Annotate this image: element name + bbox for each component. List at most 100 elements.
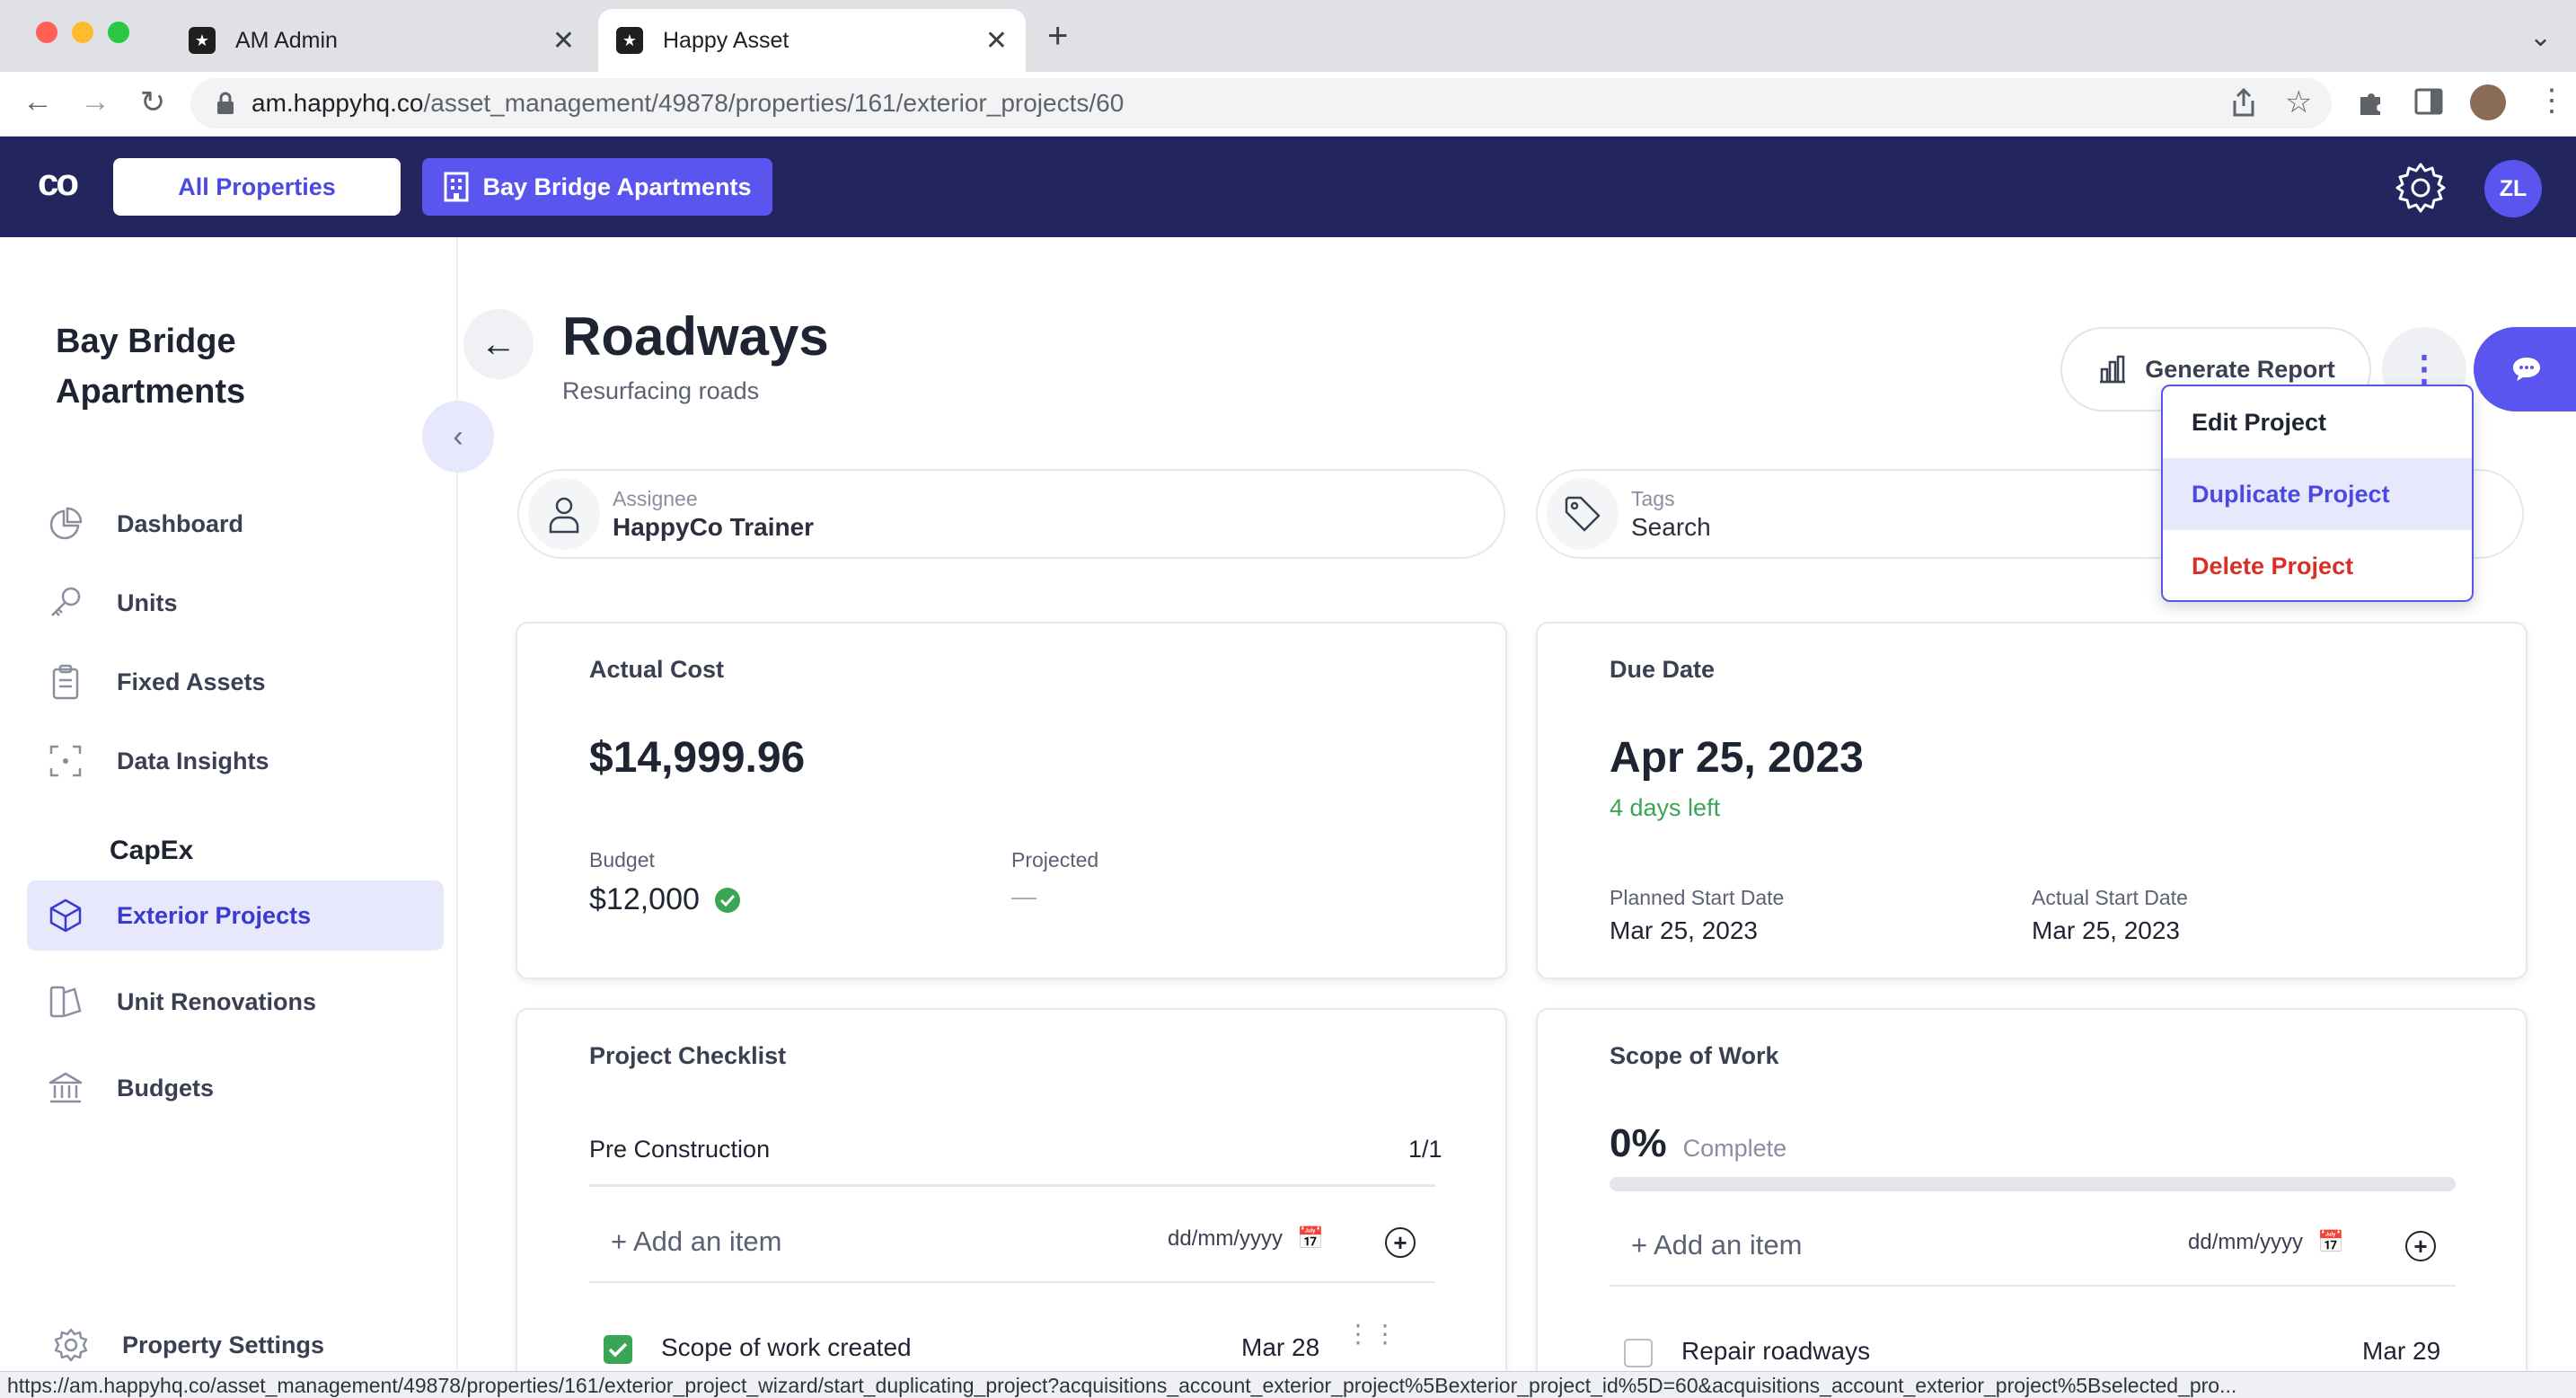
- generate-report-label: Generate Report: [2145, 355, 2335, 383]
- sidebar-item-exterior-projects[interactable]: Exterior Projects: [27, 880, 444, 951]
- actual-start-value: Mar 25, 2023: [2032, 916, 2180, 944]
- divider: [1610, 1285, 2456, 1287]
- planned-start-value: Mar 25, 2023: [1610, 916, 1758, 944]
- sidebar-item-label: Property Settings: [122, 1331, 325, 1358]
- sidebar-item-units[interactable]: Units: [27, 568, 444, 638]
- tab-list-chevron-icon[interactable]: ⌄: [2529, 22, 2552, 53]
- days-left: 4 days left: [1610, 794, 1721, 821]
- chat-bubble-icon: [2513, 358, 2540, 381]
- add-circle-icon[interactable]: +: [1385, 1227, 1416, 1258]
- project-checklist-card: Project Checklist Pre Construction 1/1 +…: [516, 1008, 1507, 1394]
- sidebar-item-data-insights[interactable]: Data Insights: [27, 726, 444, 796]
- happyco-logo[interactable]: co: [38, 160, 88, 210]
- sidebar-item-label: Units: [117, 588, 178, 616]
- menu-item-delete-project[interactable]: Delete Project: [2163, 530, 2472, 600]
- add-checklist-item-input[interactable]: + Add an item: [611, 1225, 781, 1258]
- sidebar-item-label: Dashboard: [117, 509, 244, 537]
- scope-percent-label: Complete: [1682, 1135, 1787, 1162]
- budget-label: Budget: [589, 848, 655, 872]
- sidebar-item-budgets[interactable]: Budgets: [27, 1053, 444, 1123]
- window-minimize-dot[interactable]: [72, 22, 93, 43]
- tags-label: Tags: [1631, 486, 1675, 510]
- scope-date-input[interactable]: dd/mm/yyyy 📅: [2188, 1229, 2344, 1255]
- browser-tab-am-admin[interactable]: ★ AM Admin ✕: [171, 9, 593, 72]
- clipboard-icon: [52, 664, 79, 700]
- collapse-sidebar-button[interactable]: ‹: [422, 401, 494, 473]
- current-property-button[interactable]: Bay Bridge Apartments: [422, 158, 772, 216]
- sidebar-item-label: Fixed Assets: [117, 668, 266, 695]
- checklist-date-input[interactable]: dd/mm/yyyy 📅: [1168, 1225, 1324, 1252]
- scope-title: Scope of Work: [1610, 1042, 1779, 1069]
- scope-item-checkbox[interactable]: [1624, 1339, 1653, 1367]
- sidebar-property-name: Bay Bridge Apartments: [56, 323, 246, 411]
- budget-value: $12,000: [589, 882, 700, 916]
- browser-tab-happy-asset[interactable]: ★ Happy Asset ✕: [598, 9, 1026, 72]
- sidebar-item-dashboard[interactable]: Dashboard: [27, 489, 444, 559]
- link-hover-status-url: https://am.happyhq.co/asset_management/4…: [0, 1371, 2576, 1398]
- profile-avatar-icon[interactable]: [2470, 84, 2506, 120]
- assignee-label: Assignee: [613, 486, 698, 510]
- star-favicon-icon: ★: [616, 27, 643, 54]
- forward-arrow-icon[interactable]: →: [75, 84, 115, 119]
- sidebar-item-unit-renovations[interactable]: Unit Renovations: [27, 967, 444, 1037]
- checklist-section-label: Pre Construction: [589, 1136, 771, 1163]
- new-tab-icon[interactable]: +: [1047, 16, 1068, 57]
- scope-item-label: Repair roadways: [1681, 1337, 1871, 1365]
- bookmark-star-icon[interactable]: ☆: [2285, 84, 2312, 120]
- arrow-left-icon: ←: [481, 323, 516, 364]
- key-icon: [51, 587, 81, 616]
- scope-of-work-card: Scope of Work 0% Complete + Add an item …: [1536, 1008, 2527, 1394]
- assignee-field[interactable]: Assignee HappyCo Trainer: [517, 469, 1505, 559]
- projected-value: —: [1011, 882, 1037, 910]
- cube-icon: [49, 898, 82, 933]
- date-placeholder: dd/mm/yyyy: [1168, 1225, 1284, 1251]
- tags-search-input[interactable]: Search: [1631, 513, 1711, 542]
- lock-icon: [217, 92, 234, 114]
- checklist-item-checkbox[interactable]: [604, 1335, 632, 1364]
- divider: [589, 1184, 1435, 1187]
- close-tab-icon[interactable]: ✕: [985, 25, 1008, 57]
- tag-icon: [1547, 478, 1619, 550]
- scope-item-date: Mar 29: [2362, 1337, 2441, 1365]
- window-close-dot[interactable]: [36, 22, 57, 43]
- sidebar-item-label: Unit Renovations: [117, 987, 317, 1015]
- person-icon: [528, 478, 600, 550]
- back-button[interactable]: ←: [463, 309, 534, 379]
- tab-title: Happy Asset: [663, 27, 790, 53]
- sidebar-item-label: Exterior Projects: [117, 901, 312, 929]
- settings-gear-icon[interactable]: [2393, 160, 2448, 216]
- menu-item-duplicate-project[interactable]: Duplicate Project: [2163, 458, 2472, 530]
- due-date-value: Apr 25, 2023: [1610, 734, 1864, 782]
- calendar-icon: 📅: [1297, 1226, 1324, 1251]
- star-favicon-icon: ★: [189, 27, 216, 54]
- page-subtitle: Resurfacing roads: [562, 377, 760, 404]
- page-title: Roadways: [562, 306, 829, 367]
- address-bar[interactable]: am.happyhq.co/asset_management/49878/pro…: [190, 78, 2332, 128]
- checkmark-icon: [608, 1342, 628, 1358]
- due-date-card: Due Date Apr 25, 2023 4 days left Planne…: [1536, 622, 2527, 979]
- building-icon: [444, 172, 469, 202]
- actual-start-label: Actual Start Date: [2032, 886, 2188, 909]
- back-arrow-icon[interactable]: ←: [18, 84, 57, 119]
- checklist-section-count: 1/1: [1408, 1136, 1442, 1163]
- chat-widget-button[interactable]: [2474, 327, 2576, 411]
- all-properties-button[interactable]: All Properties: [113, 158, 401, 216]
- reload-icon[interactable]: ↻: [133, 84, 172, 120]
- checklist-title: Project Checklist: [589, 1042, 787, 1069]
- sidebar-item-property-settings[interactable]: Property Settings: [41, 1310, 458, 1380]
- close-tab-icon[interactable]: ✕: [552, 25, 575, 57]
- share-icon[interactable]: [2229, 86, 2258, 119]
- add-circle-icon[interactable]: +: [2405, 1231, 2436, 1261]
- user-avatar[interactable]: ZL: [2484, 160, 2542, 217]
- window-zoom-dot[interactable]: [108, 22, 129, 43]
- menu-item-edit-project[interactable]: Edit Project: [2163, 386, 2472, 458]
- side-panel-icon[interactable]: [2414, 88, 2443, 115]
- extensions-puzzle-icon[interactable]: [2357, 86, 2387, 117]
- url-path: /asset_management/49878/properties/161/e…: [423, 89, 1125, 117]
- add-scope-item-input[interactable]: + Add an item: [1631, 1229, 1802, 1261]
- browser-menu-icon[interactable]: ⋮: [2536, 83, 2567, 119]
- insights-icon: [49, 745, 82, 777]
- drag-handle-icon[interactable]: ⋮⋮: [1345, 1322, 1399, 1347]
- assignee-value: HappyCo Trainer: [613, 512, 815, 541]
- sidebar-item-fixed-assets[interactable]: Fixed Assets: [27, 647, 444, 717]
